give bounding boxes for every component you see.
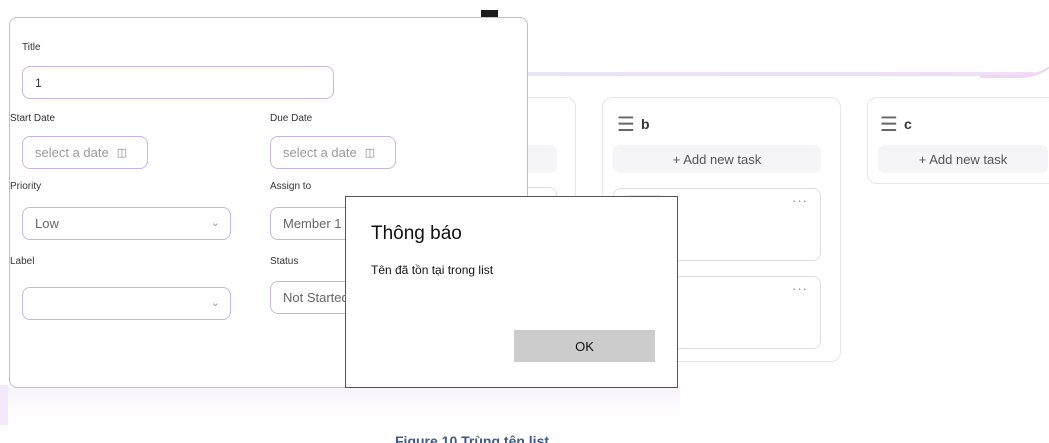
list-name-b: b (640, 116, 650, 132)
ok-button[interactable]: OK (514, 330, 655, 362)
due-date-picker[interactable]: select a date ◫ (270, 136, 396, 169)
dialog-message: Tên đã tồn tại trong list (371, 263, 494, 277)
page-shade (0, 388, 680, 420)
status-value: Not Started (283, 290, 349, 305)
figure-caption: Figure 10 Trùng tên list (395, 433, 550, 443)
list-name-c: c (903, 116, 912, 132)
header-decoration (980, 28, 1049, 78)
priority-value: Low (35, 216, 59, 231)
header-divider (520, 72, 1035, 76)
priority-label: Priority (10, 181, 42, 192)
more-dots-icon[interactable]: ··· (792, 193, 808, 208)
calendar-icon: ◫ (364, 147, 376, 159)
screenshot-canvas: ☰b + Add new task ··· 024 ··· 024 ☰c + A… (0, 0, 1049, 443)
more-dots-icon[interactable]: ··· (792, 281, 808, 296)
start-date-placeholder: select a date (35, 145, 109, 160)
assign-value: Member 1 (283, 216, 342, 231)
start-date-picker[interactable]: select a date ◫ (22, 136, 148, 169)
due-date-placeholder: select a date (283, 145, 357, 160)
assign-label: Assign to (270, 181, 312, 192)
alert-dialog: Thông báo Tên đã tồn tại trong list OK (345, 196, 678, 388)
add-task-button-b[interactable]: + Add new task (613, 145, 821, 173)
page-strip (0, 385, 8, 425)
status-label: Status (270, 256, 299, 267)
menu-icon: ☰ (617, 114, 635, 136)
calendar-icon: ◫ (116, 147, 128, 159)
list-header-b[interactable]: ☰ b (617, 112, 650, 137)
priority-select[interactable]: Low ⌄ (22, 207, 231, 240)
due-date-label: Due Date (270, 113, 313, 124)
list-header-c[interactable]: ☰ c (880, 112, 912, 137)
add-task-button-c[interactable]: + Add new task (878, 145, 1048, 173)
title-input[interactable]: 1 (22, 66, 334, 99)
dialog-title: Thông báo (371, 223, 462, 244)
label-select[interactable]: ⌄ (22, 287, 231, 320)
chevron-down-icon: ⌄ (210, 217, 220, 229)
start-date-label: Start Date (10, 113, 56, 124)
list-column-c: ☰ c + Add new task (867, 97, 1049, 184)
chevron-down-icon: ⌄ (210, 297, 220, 309)
menu-icon: ☰ (880, 114, 898, 136)
title-label: Title (22, 42, 41, 53)
label-label: Label (10, 256, 35, 267)
